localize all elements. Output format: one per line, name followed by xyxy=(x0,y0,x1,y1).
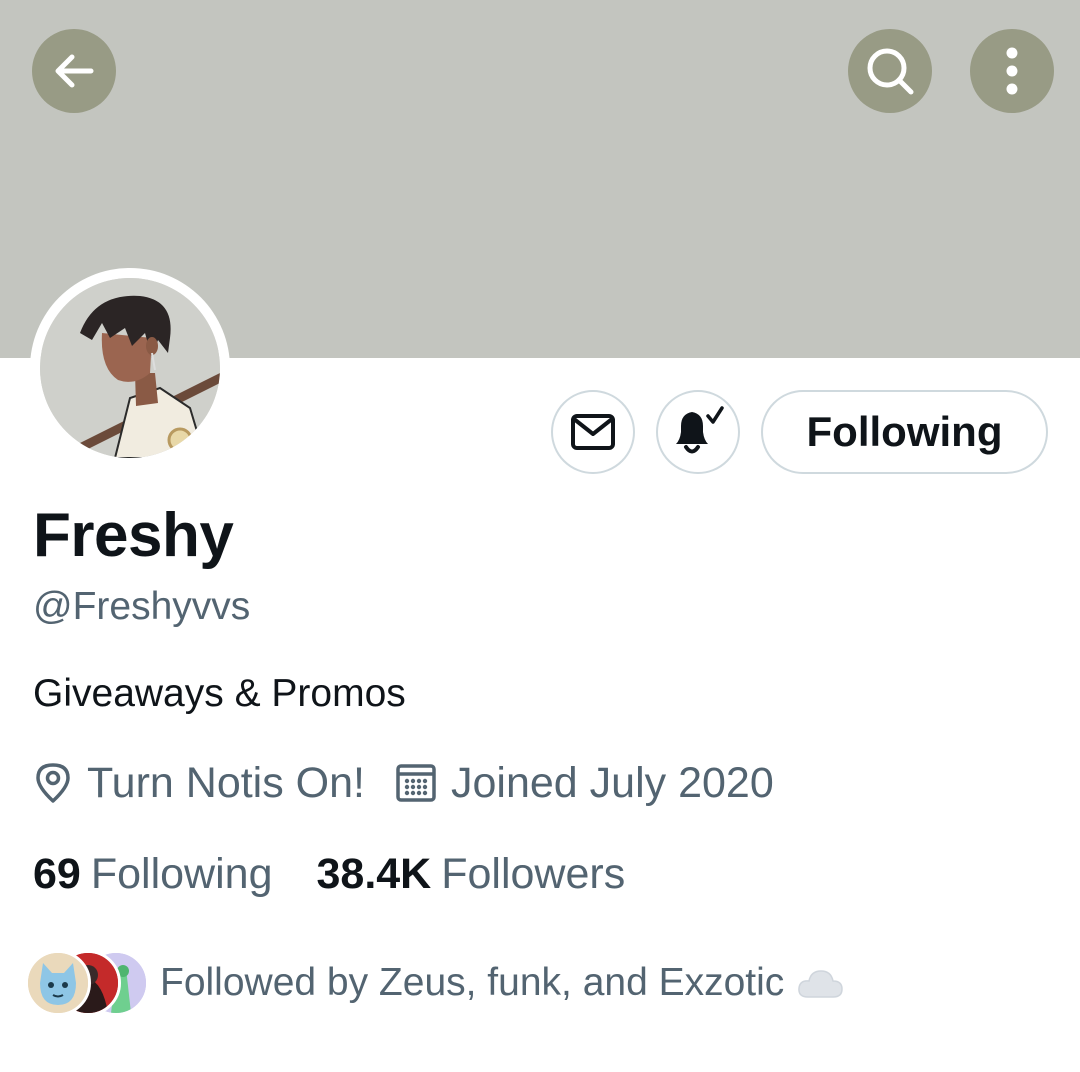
notifications-button[interactable] xyxy=(656,390,740,474)
profile-bio: Giveaways & Promos xyxy=(33,672,406,715)
search-icon xyxy=(867,48,914,95)
profile-handle: @Freshyvvs xyxy=(33,585,251,628)
followers-link[interactable]: 38.4K Followers xyxy=(316,850,625,899)
more-options-button[interactable] xyxy=(970,29,1054,113)
following-count: 69 xyxy=(33,849,81,898)
profile-page: Following Freshy @Freshyvvs Giveaways & … xyxy=(0,0,1080,1072)
arrow-left-icon xyxy=(55,54,94,88)
envelope-icon xyxy=(571,414,615,450)
location-text: Turn Notis On! xyxy=(87,758,365,807)
followed-by-avatars xyxy=(25,950,150,1016)
followed-by-text: Followed by Zeus, funk, and Exzotic xyxy=(160,961,785,1004)
profile-meta: Turn Notis On! Joined July 2020 xyxy=(33,758,774,808)
more-vertical-icon xyxy=(1006,47,1018,95)
follow-stats: 69 Following 38.4K Followers xyxy=(33,848,625,900)
joined-date: Joined July 2020 xyxy=(451,758,774,807)
followers-label: Followers xyxy=(441,849,626,898)
message-button[interactable] xyxy=(551,390,635,474)
following-button[interactable]: Following xyxy=(761,390,1048,474)
following-label: Following xyxy=(90,849,273,898)
calendar-icon xyxy=(395,762,437,804)
followers-count: 38.4K xyxy=(316,849,432,898)
back-button[interactable] xyxy=(32,29,116,113)
search-button[interactable] xyxy=(848,29,932,113)
profile-avatar[interactable] xyxy=(30,268,230,468)
avatar xyxy=(25,950,91,1016)
profile-name: Freshy xyxy=(33,501,234,570)
following-link[interactable]: 69 Following xyxy=(33,850,272,899)
avatar-image xyxy=(40,278,220,458)
cloud-icon xyxy=(796,963,844,1003)
bell-check-icon xyxy=(676,406,724,454)
location-pin-icon xyxy=(33,761,73,805)
followed-by[interactable]: Followed by Zeus, funk, and Exzotic xyxy=(25,948,844,1018)
